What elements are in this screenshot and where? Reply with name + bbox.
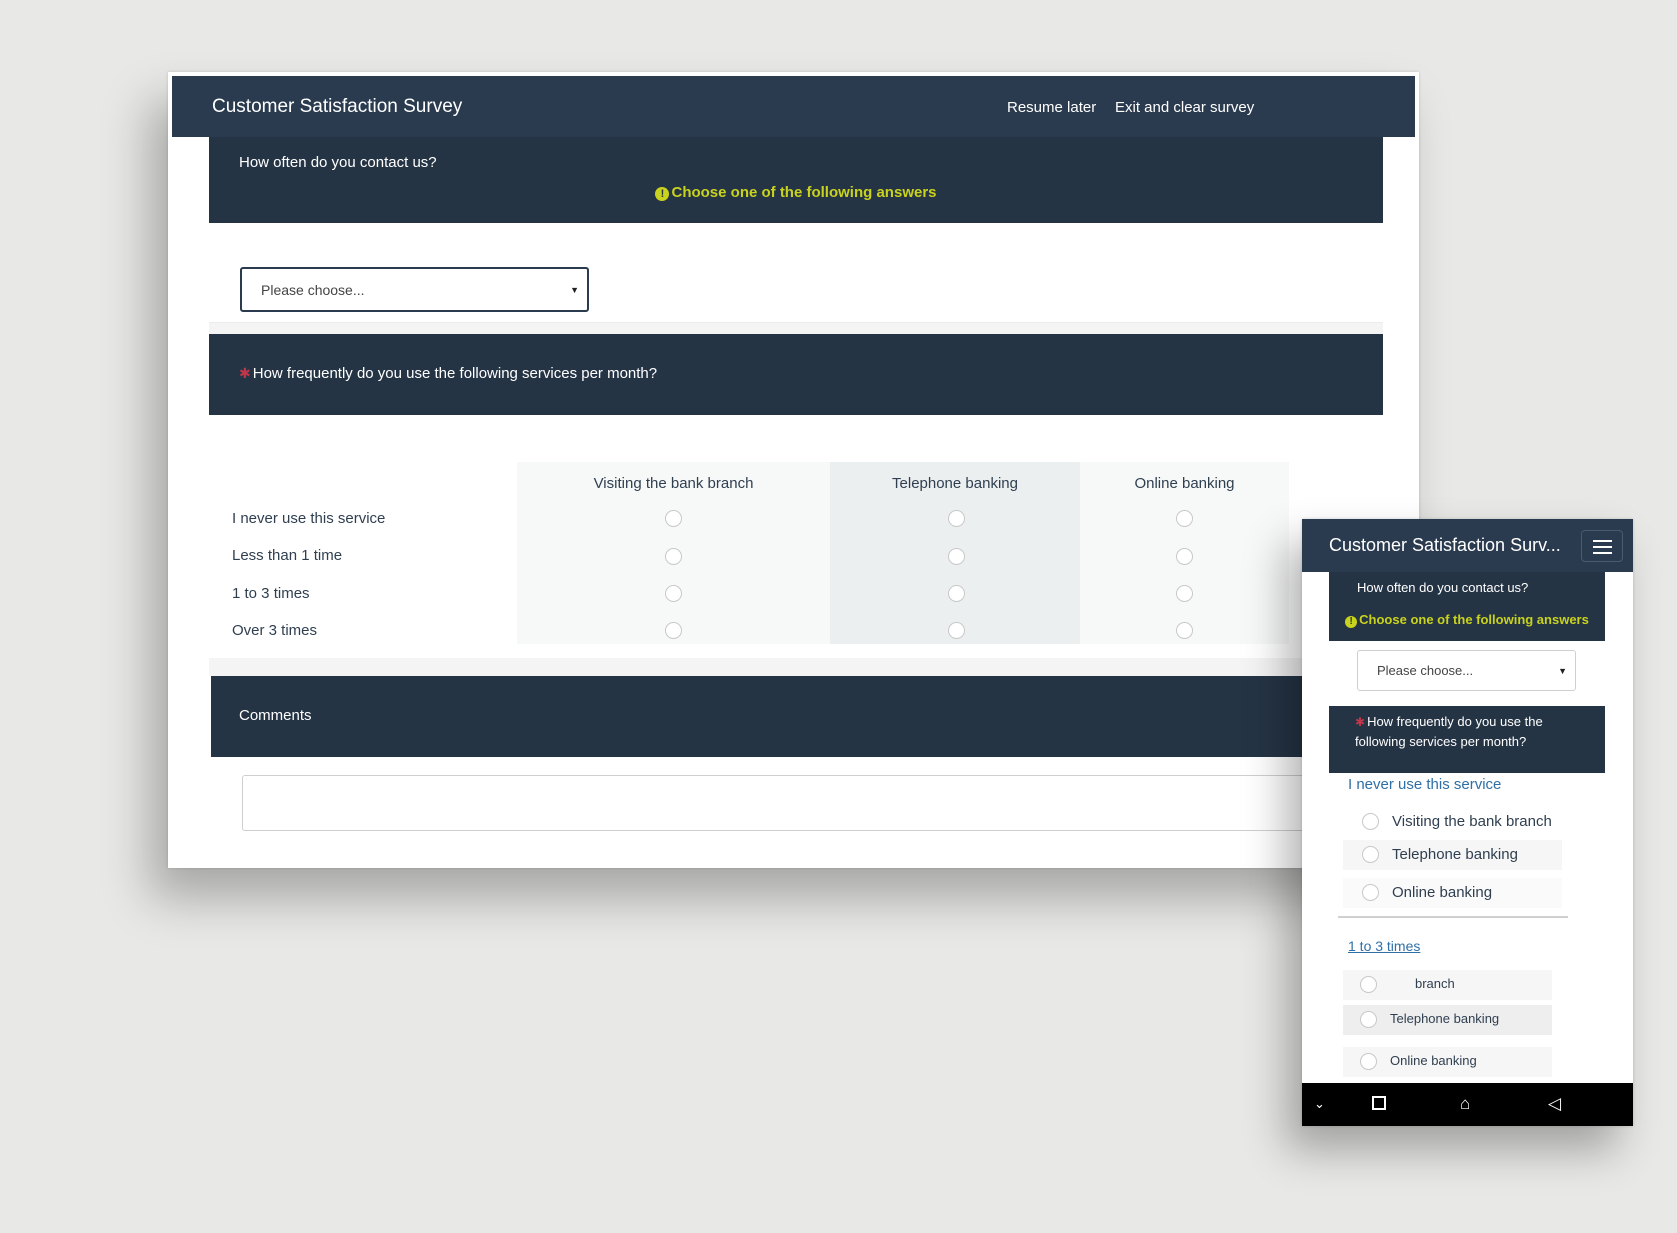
- radio-over3-online[interactable]: [1176, 622, 1193, 639]
- mobile-option-never-branch[interactable]: Visiting the bank branch: [1343, 807, 1562, 837]
- mobile-question-1-text: How often do you contact us?: [1357, 580, 1529, 595]
- mobile-option-1to3-telephone[interactable]: Telephone banking: [1343, 1005, 1552, 1035]
- radio-less1-online[interactable]: [1176, 548, 1193, 565]
- option-label: Telephone banking: [1392, 846, 1518, 863]
- radio-never-online[interactable]: [1176, 510, 1193, 527]
- row-label-over-3: Over 3 times: [232, 622, 318, 639]
- radio-less1-telephone[interactable]: [948, 548, 965, 565]
- question-separator: [209, 323, 1383, 334]
- android-navigation-bar: ⌄ ⌂ ◁: [1302, 1083, 1633, 1126]
- question-3-header: Comments: [211, 676, 1391, 757]
- question-separator: [209, 658, 1383, 676]
- mobile-contact-frequency-select[interactable]: Please choose... ▼: [1357, 650, 1576, 691]
- question-2-array: Visiting the bank branch Telephone banki…: [209, 415, 1383, 658]
- comments-textarea[interactable]: [242, 775, 1391, 831]
- caret-down-icon: ▼: [1558, 665, 1567, 676]
- radio-1to3-branch[interactable]: [1360, 976, 1377, 993]
- question-1-text: How often do you contact us?: [239, 154, 437, 171]
- select-value: Please choose...: [261, 282, 365, 298]
- exclamation-circle-icon: !: [1345, 616, 1358, 628]
- radio-never-branch[interactable]: [665, 510, 682, 527]
- question-1-body: Please choose... ▼: [209, 223, 1383, 323]
- mobile-group-1to3-label: 1 to 3 times: [1348, 938, 1421, 954]
- mobile-group-never-label: I never use this service: [1348, 776, 1502, 793]
- radio-over3-telephone[interactable]: [948, 622, 965, 639]
- exclamation-circle-icon: !: [655, 187, 670, 201]
- hint-text: Choose one of the following answers: [671, 184, 937, 201]
- asterisk-icon: ✱: [239, 365, 251, 381]
- back-triangle-icon[interactable]: ◁: [1548, 1094, 1561, 1114]
- mobile-option-1to3-branch[interactable]: branch: [1343, 970, 1552, 1000]
- column-header-telephone: Telephone banking: [892, 475, 1018, 492]
- home-icon[interactable]: ⌂: [1460, 1094, 1470, 1114]
- mobile-question-1-hint: ! Choose one of the following answers: [1329, 612, 1605, 628]
- question-1-hint: ! Choose one of the following answers: [209, 184, 1383, 201]
- mobile-question-2-label: How frequently do you use the following …: [1355, 714, 1543, 749]
- mobile-survey-title: Customer Satisfaction Surv...: [1329, 535, 1561, 555]
- caret-down-icon: ▼: [570, 284, 579, 295]
- group-divider: [1338, 916, 1568, 918]
- row-label-1-to-3: 1 to 3 times: [232, 585, 310, 602]
- chevron-down-icon[interactable]: ⌄: [1314, 1094, 1325, 1114]
- option-label: Visiting the bank branch: [1392, 813, 1552, 830]
- radio-never-telephone[interactable]: [948, 510, 965, 527]
- question-3-text: Comments: [239, 707, 312, 724]
- radio-1to3-online[interactable]: [1360, 1053, 1377, 1070]
- radio-never-telephone[interactable]: [1362, 846, 1379, 863]
- radio-over3-branch[interactable]: [665, 622, 682, 639]
- option-label: Online banking: [1392, 884, 1493, 901]
- mobile-question-1-header: How often do you contact us? ! Choose one…: [1329, 572, 1605, 641]
- radio-1to3-telephone[interactable]: [948, 585, 965, 602]
- mobile-navbar: Customer Satisfaction Surv...: [1302, 519, 1633, 572]
- resume-later-link[interactable]: Resume later: [1007, 99, 1096, 116]
- column-header-online: Online banking: [1134, 475, 1235, 492]
- option-label: Telephone banking: [1390, 1011, 1500, 1026]
- option-label: Online banking: [1390, 1053, 1477, 1068]
- contact-frequency-select[interactable]: Please choose... ▼: [240, 267, 589, 312]
- row-label-less-than-1: Less than 1 time: [232, 547, 343, 564]
- question-3-body: [211, 757, 1391, 868]
- select-value: Please choose...: [1377, 663, 1474, 678]
- hint-text: Choose one of the following answers: [1359, 612, 1589, 627]
- radio-1to3-online[interactable]: [1176, 585, 1193, 602]
- radio-1to3-branch[interactable]: [665, 585, 682, 602]
- survey-title: Customer Satisfaction Survey: [212, 96, 463, 117]
- question-2-text: ✱ How frequently do you use the following…: [239, 365, 657, 382]
- mobile-survey-screen: Customer Satisfaction Surv... How often …: [1302, 519, 1633, 1126]
- radio-never-online[interactable]: [1362, 884, 1379, 901]
- asterisk-icon: ✱: [1355, 715, 1366, 729]
- question-1-header: How often do you contact us? ! Choose one…: [209, 137, 1383, 223]
- question-2-label: How frequently do you use the following …: [252, 365, 658, 382]
- option-label: branch: [1415, 976, 1455, 991]
- column-header-branch: Visiting the bank branch: [593, 475, 754, 492]
- square-icon[interactable]: [1372, 1096, 1386, 1110]
- mobile-option-never-online[interactable]: Online banking: [1343, 878, 1562, 908]
- hamburger-menu-icon[interactable]: [1581, 530, 1623, 562]
- desktop-survey-window: Customer Satisfaction Survey Resume late…: [168, 72, 1419, 868]
- exit-clear-survey-link[interactable]: Exit and clear survey: [1115, 99, 1254, 116]
- row-label-never: I never use this service: [232, 510, 386, 527]
- top-navbar: Customer Satisfaction Survey Resume late…: [172, 76, 1415, 137]
- radio-less1-branch[interactable]: [665, 548, 682, 565]
- mobile-question-2-text: ✱ How frequently do you use the following…: [1355, 712, 1585, 751]
- mobile-question-2-header: ✱ How frequently do you use the following…: [1329, 706, 1605, 773]
- mobile-option-1to3-online[interactable]: Online banking: [1343, 1047, 1552, 1077]
- radio-1to3-telephone[interactable]: [1360, 1011, 1377, 1028]
- mobile-option-never-telephone[interactable]: Telephone banking: [1343, 840, 1562, 870]
- question-2-header: ✱ How frequently do you use the following…: [209, 334, 1383, 415]
- radio-never-branch[interactable]: [1362, 813, 1379, 830]
